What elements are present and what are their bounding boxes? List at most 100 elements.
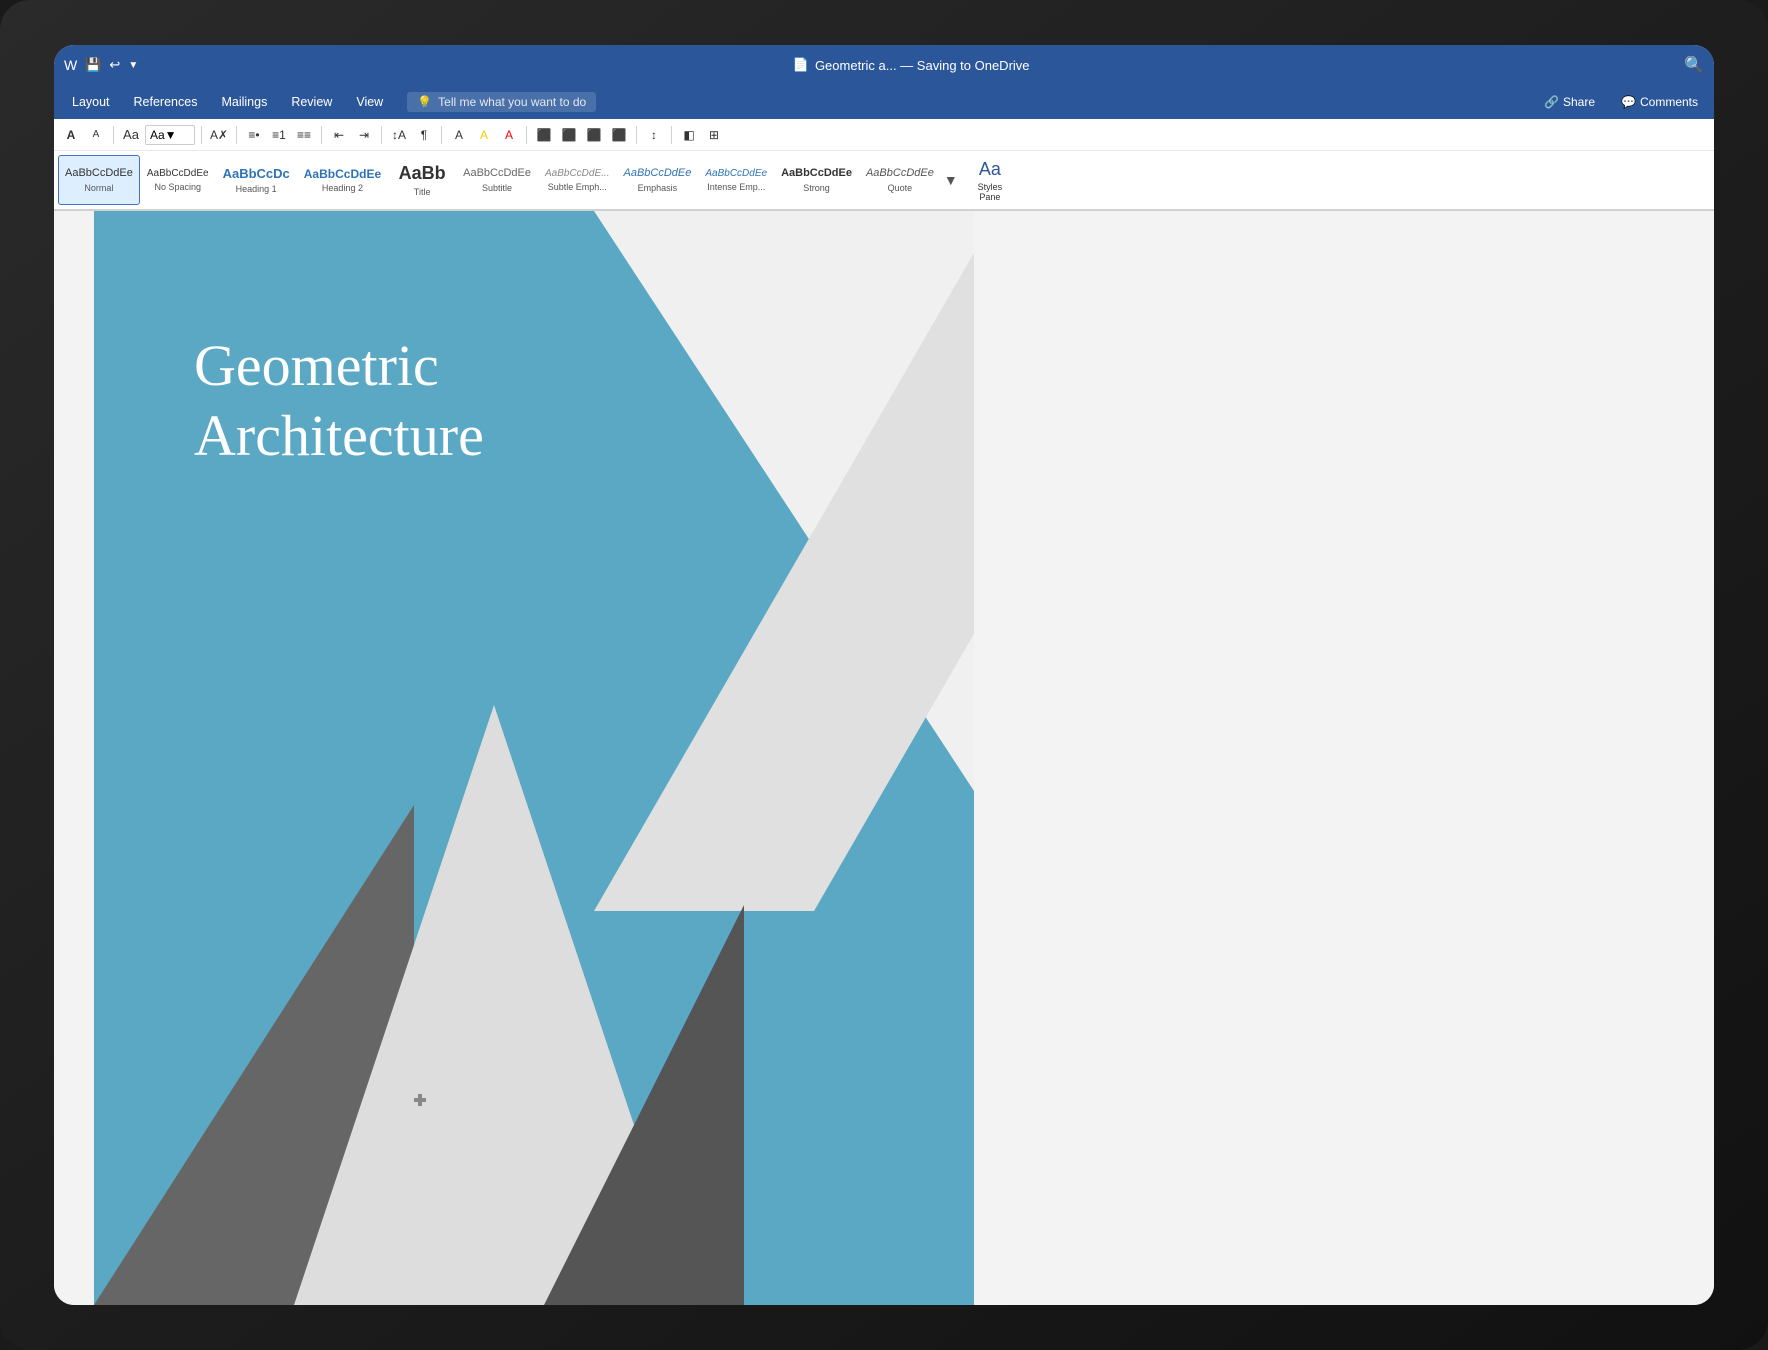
word-icon: W <box>64 57 77 73</box>
menu-references[interactable]: References <box>124 91 208 113</box>
style-heading2[interactable]: AaBbCcDdEe Heading 2 <box>297 155 388 205</box>
align-right-btn[interactable]: ⬛ <box>583 124 605 146</box>
ribbon-area: A A Aa Aa▼ A✗ ≡• ≡1 ≡≡ ⇤ ⇥ ↕A ¶ <box>54 119 1714 211</box>
style-strong-preview: AaBbCcDdEe <box>781 167 852 180</box>
document-title: Geometric Architecture <box>194 331 484 470</box>
document-cover: Geometric Architecture <box>94 211 974 1305</box>
styles-pane-label: StylesPane <box>978 182 1003 202</box>
style-strong[interactable]: AaBbCcDdEe Strong <box>774 155 859 205</box>
font-size-decrease[interactable]: A <box>60 124 82 146</box>
quick-access-save[interactable]: 💾 <box>85 57 101 73</box>
separator-9 <box>671 126 672 144</box>
style-no-spacing[interactable]: AaBbCcDdEe No Spacing <box>140 155 216 205</box>
style-subtitle[interactable]: AaBbCcDdEe Subtitle <box>456 155 538 205</box>
title-line2: Architecture <box>194 403 484 468</box>
styles-pane-button[interactable]: Aa StylesPane <box>965 155 1015 205</box>
style-subtle-preview: AaBbCcDdE... <box>545 168 609 180</box>
title-bar-title: 📄 Geometric a... — Saving to OneDrive <box>793 57 1030 73</box>
style-title-preview: AaBb <box>399 163 446 185</box>
comments-label: Comments <box>1640 95 1698 109</box>
document-area: Geometric Architecture <box>54 211 1714 1305</box>
separator-3 <box>236 126 237 144</box>
style-intense-emph[interactable]: AaBbCcDdEe Intense Emp... <box>698 155 774 205</box>
show-para-btn[interactable]: ¶ <box>413 124 435 146</box>
style-nospace-label: No Spacing <box>154 182 201 192</box>
align-left-btn[interactable]: ⬛ <box>533 124 555 146</box>
share-label: Share <box>1563 95 1595 109</box>
style-intense-preview: AaBbCcDdEe <box>705 168 767 180</box>
lightbulb-icon: 💡 <box>417 95 432 109</box>
screen-bezel: W 💾 ↩ ▼ 📄 Geometric a... — Saving to One… <box>54 45 1714 1305</box>
style-emph-preview: AaBbCcDdEe <box>623 167 691 180</box>
style-h2-preview: AaBbCcDdEe <box>304 167 381 181</box>
menu-view[interactable]: View <box>346 91 393 113</box>
title-bar-left: W 💾 ↩ ▼ <box>64 57 138 73</box>
style-emph-label: Emphasis <box>638 183 678 193</box>
style-emphasis[interactable]: AaBbCcDdEe Emphasis <box>616 155 698 205</box>
separator-7 <box>526 126 527 144</box>
title-line1: Geometric <box>194 333 439 398</box>
style-quote-label: Quote <box>888 183 913 193</box>
style-quote-preview: AaBbCcDdEe <box>866 167 934 180</box>
justify-btn[interactable]: ⬛ <box>608 124 630 146</box>
align-center-btn[interactable]: ⬛ <box>558 124 580 146</box>
style-h1-label: Heading 1 <box>236 184 277 194</box>
title-bar: W 💾 ↩ ▼ 📄 Geometric a... — Saving to One… <box>54 45 1714 85</box>
menu-right: 🔗 Share 💬 Comments <box>1536 92 1706 112</box>
quick-access-undo[interactable]: ↩ <box>109 57 120 73</box>
highlight-color-btn[interactable]: A <box>473 124 495 146</box>
comments-button[interactable]: 💬 Comments <box>1613 92 1706 112</box>
increase-indent-btn[interactable]: ⇥ <box>353 124 375 146</box>
style-heading1[interactable]: AaBbCcDc Heading 1 <box>216 155 297 205</box>
font-size-field[interactable]: Aa▼ <box>145 125 195 145</box>
separator-1 <box>113 126 114 144</box>
style-normal[interactable]: AaBbCcDdEe Normal <box>58 155 140 205</box>
decrease-indent-btn[interactable]: ⇤ <box>328 124 350 146</box>
tell-me-label: Tell me what you want to do <box>438 95 586 109</box>
separator-6 <box>441 126 442 144</box>
sort-btn[interactable]: ↕A <box>388 124 410 146</box>
font-color-selector[interactable]: A <box>448 124 470 146</box>
line-spacing-btn[interactable]: ↕ <box>643 124 665 146</box>
style-intense-label: Intense Emp... <box>707 182 765 192</box>
word-application: W 💾 ↩ ▼ 📄 Geometric a... — Saving to One… <box>54 45 1714 1305</box>
ribbon-styles-row: AaBbCcDdEe Normal AaBbCcDdEe No Spacing … <box>54 151 1714 209</box>
bullet-list-btn[interactable]: ≡• <box>243 124 265 146</box>
doc-icon: 📄 <box>793 57 809 73</box>
more-styles-button[interactable]: ▼ <box>941 155 961 205</box>
style-subtle-emph[interactable]: AaBbCcDdE... Subtle Emph... <box>538 155 616 205</box>
shading-btn[interactable]: ◧ <box>678 124 700 146</box>
share-button[interactable]: 🔗 Share <box>1536 92 1603 112</box>
style-h1-preview: AaBbCcDc <box>223 166 290 182</box>
menu-review[interactable]: Review <box>281 91 342 113</box>
text-cursor <box>414 1093 426 1105</box>
menu-layout[interactable]: Layout <box>62 91 120 113</box>
style-strong-label: Strong <box>803 183 830 193</box>
style-quote[interactable]: AaBbCcDdEe Quote <box>859 155 941 205</box>
multi-list-btn[interactable]: ≡≡ <box>293 124 315 146</box>
menu-mailings[interactable]: Mailings <box>211 91 277 113</box>
style-subtle-label: Subtle Emph... <box>548 182 607 192</box>
font-selector[interactable]: Aa <box>120 124 142 146</box>
quick-access-dropdown[interactable]: ▼ <box>128 60 138 71</box>
comment-icon: 💬 <box>1621 95 1636 109</box>
search-icon[interactable]: 🔍 <box>1684 55 1704 75</box>
title-bar-right: 🔍 <box>1684 55 1704 75</box>
laptop-frame: W 💾 ↩ ▼ 📄 Geometric a... — Saving to One… <box>0 0 1768 1350</box>
style-normal-label: Normal <box>84 183 113 193</box>
number-list-btn[interactable]: ≡1 <box>268 124 290 146</box>
tell-me-input[interactable]: 💡 Tell me what you want to do <box>407 92 596 112</box>
menu-bar: Layout References Mailings Review View 💡… <box>54 85 1714 119</box>
separator-8 <box>636 126 637 144</box>
style-subtitle-preview: AaBbCcDdEe <box>463 167 531 180</box>
borders-btn[interactable]: ⊞ <box>703 124 725 146</box>
style-title[interactable]: AaBb Title <box>388 155 456 205</box>
separator-2 <box>201 126 202 144</box>
font-size-increase[interactable]: A <box>85 124 107 146</box>
document-page[interactable]: Geometric Architecture <box>94 211 974 1305</box>
shape-dark-right-pyramid <box>544 905 744 1305</box>
text-color-btn[interactable]: A <box>498 124 520 146</box>
clear-formatting-btn[interactable]: A✗ <box>208 124 230 146</box>
share-icon: 🔗 <box>1544 95 1559 109</box>
style-subtitle-label: Subtitle <box>482 183 512 193</box>
